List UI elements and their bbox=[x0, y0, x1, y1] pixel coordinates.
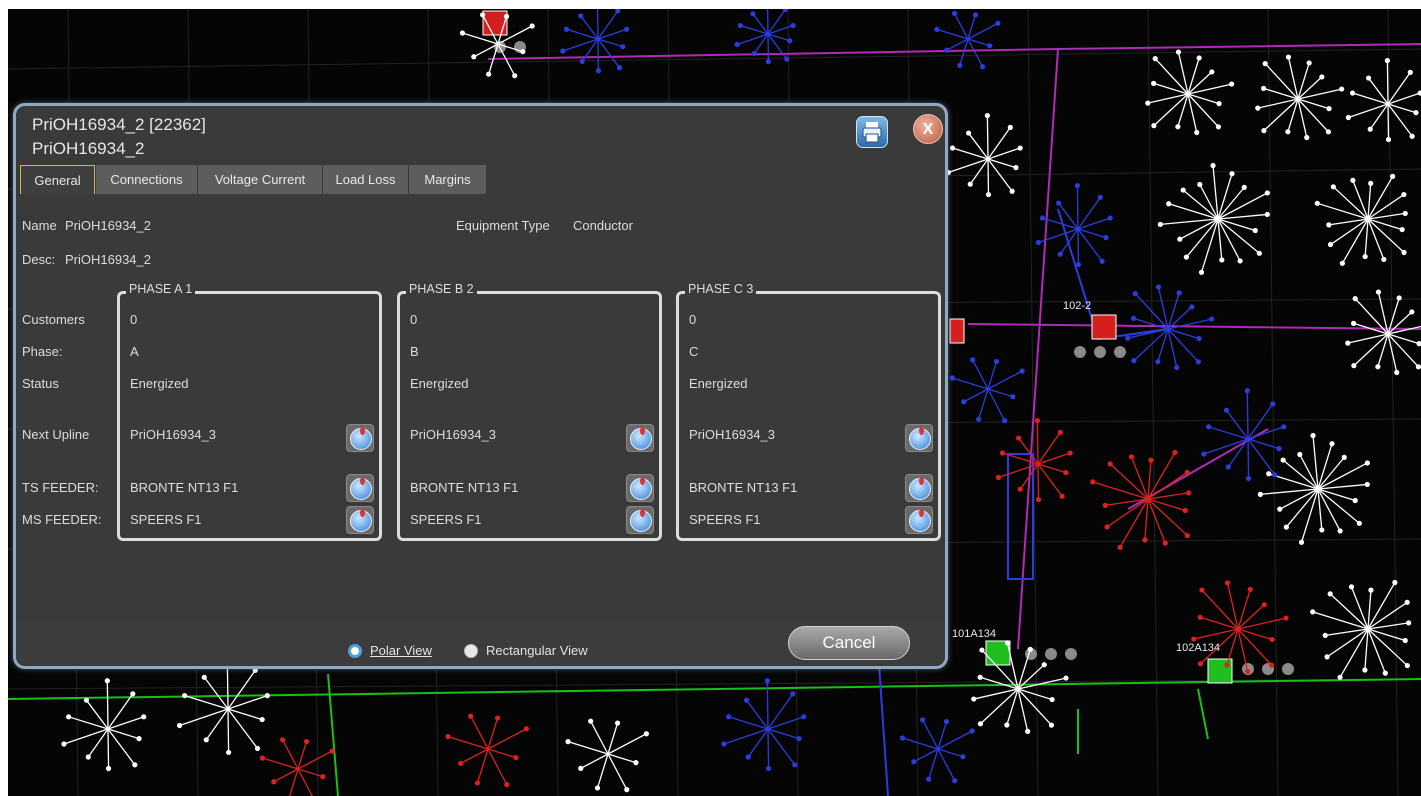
locate-ms-feeder-button[interactable] bbox=[346, 506, 374, 534]
phase-b-panel: PHASE B 2 0 B Energized PriOH16934_3 BRO… bbox=[397, 282, 662, 541]
phase-b-title: PHASE B 2 bbox=[406, 282, 477, 296]
map-label-101a134: 101A134 bbox=[952, 628, 997, 640]
equipment-type-label: Equipment Type bbox=[456, 218, 550, 233]
phase-a-ms-feeder: SPEERS F1 bbox=[130, 512, 202, 527]
close-button[interactable]: X bbox=[913, 114, 943, 144]
locate-next-upline-button[interactable] bbox=[905, 424, 933, 452]
phase-c-title: PHASE C 3 bbox=[685, 282, 757, 296]
tab-voltage-current[interactable]: Voltage Current bbox=[198, 165, 322, 194]
phase-b-ts-feeder: BRONTE NT13 F1 bbox=[410, 480, 519, 495]
cancel-button[interactable]: Cancel bbox=[788, 626, 910, 660]
phase-c-ts-feeder: BRONTE NT13 F1 bbox=[689, 480, 798, 495]
globe-locate-icon bbox=[630, 427, 652, 450]
phase-b-customers: 0 bbox=[410, 312, 418, 327]
phase-c-customers: 0 bbox=[689, 312, 697, 327]
phase-a-next-upline: PriOH16934_3 bbox=[130, 427, 216, 442]
printer-icon bbox=[862, 122, 882, 143]
next-upline-label: Next Upline bbox=[22, 427, 90, 442]
customers-label: Customers bbox=[22, 312, 85, 327]
globe-locate-icon bbox=[909, 427, 931, 450]
tab-load-loss[interactable]: Load Loss bbox=[323, 165, 408, 194]
tab-margins[interactable]: Margins bbox=[409, 165, 486, 194]
locate-ms-feeder-button[interactable] bbox=[905, 506, 933, 534]
dialog-subtitle: PriOH16934_2 bbox=[32, 139, 145, 158]
name-label: Name bbox=[22, 218, 57, 233]
properties-dialog: PriOH16934_2 [22362] PriOH16934_2 X Gene… bbox=[13, 103, 948, 669]
globe-locate-icon bbox=[350, 427, 372, 450]
phase-label: Phase: bbox=[22, 344, 63, 359]
phase-c-phase: C bbox=[689, 344, 699, 359]
locate-ts-feeder-button[interactable] bbox=[346, 474, 374, 502]
polar-view-label[interactable]: Polar View bbox=[370, 643, 432, 658]
ts-feeder-label: TS FEEDER: bbox=[22, 480, 99, 495]
phase-b-next-upline: PriOH16934_3 bbox=[410, 427, 496, 442]
dialog-title: PriOH16934_2 [22362] bbox=[32, 115, 206, 134]
print-button[interactable] bbox=[856, 116, 888, 148]
tab-general[interactable]: General bbox=[20, 165, 95, 194]
locate-next-upline-button[interactable] bbox=[626, 424, 654, 452]
locate-ts-feeder-button[interactable] bbox=[905, 474, 933, 502]
phase-c-next-upline: PriOH16934_3 bbox=[689, 427, 775, 442]
phase-a-title: PHASE A 1 bbox=[126, 282, 196, 296]
phase-c-ms-feeder: SPEERS F1 bbox=[689, 512, 761, 527]
phase-b-status: Energized bbox=[410, 376, 469, 391]
primary-lines-green bbox=[8, 673, 1421, 796]
phase-a-panel: PHASE A 1 0 A Energized PriOH16934_3 BRO… bbox=[117, 282, 382, 541]
phase-c-panel: PHASE C 3 0 C Energized PriOH16934_3 BRO… bbox=[676, 282, 941, 541]
equipment-type-value: Conductor bbox=[573, 218, 633, 233]
name-value: PriOH16934_2 bbox=[65, 218, 151, 233]
status-label: Status bbox=[22, 376, 59, 391]
rectangular-view-radio[interactable] bbox=[464, 644, 478, 658]
globe-locate-icon bbox=[350, 509, 372, 532]
locate-ts-feeder-button[interactable] bbox=[626, 474, 654, 502]
phase-a-status: Energized bbox=[130, 376, 189, 391]
locate-next-upline-button[interactable] bbox=[346, 424, 374, 452]
map-label-102-2: 102-2 bbox=[1063, 300, 1092, 312]
phase-a-phase: A bbox=[130, 344, 139, 359]
locate-ms-feeder-button[interactable] bbox=[626, 506, 654, 534]
phase-a-customers: 0 bbox=[130, 312, 138, 327]
phase-a-ts-feeder: BRONTE NT13 F1 bbox=[130, 480, 239, 495]
desc-label: Desc: bbox=[22, 252, 56, 267]
desc-value: PriOH16934_2 bbox=[65, 252, 151, 267]
globe-locate-icon bbox=[350, 477, 372, 500]
globe-locate-icon bbox=[630, 477, 652, 500]
globe-locate-icon bbox=[909, 477, 931, 500]
phase-c-status: Energized bbox=[689, 376, 748, 391]
phase-b-ms-feeder: SPEERS F1 bbox=[410, 512, 482, 527]
phase-b-phase: B bbox=[410, 344, 419, 359]
map-label-102a134: 102A134 bbox=[1176, 642, 1221, 654]
globe-locate-icon bbox=[630, 509, 652, 532]
globe-locate-icon bbox=[909, 509, 931, 532]
ms-feeder-label: MS FEEDER: bbox=[22, 512, 102, 527]
tab-connections[interactable]: Connections bbox=[96, 165, 197, 194]
polar-view-radio[interactable] bbox=[348, 644, 362, 658]
rectangular-view-label[interactable]: Rectangular View bbox=[486, 643, 588, 658]
